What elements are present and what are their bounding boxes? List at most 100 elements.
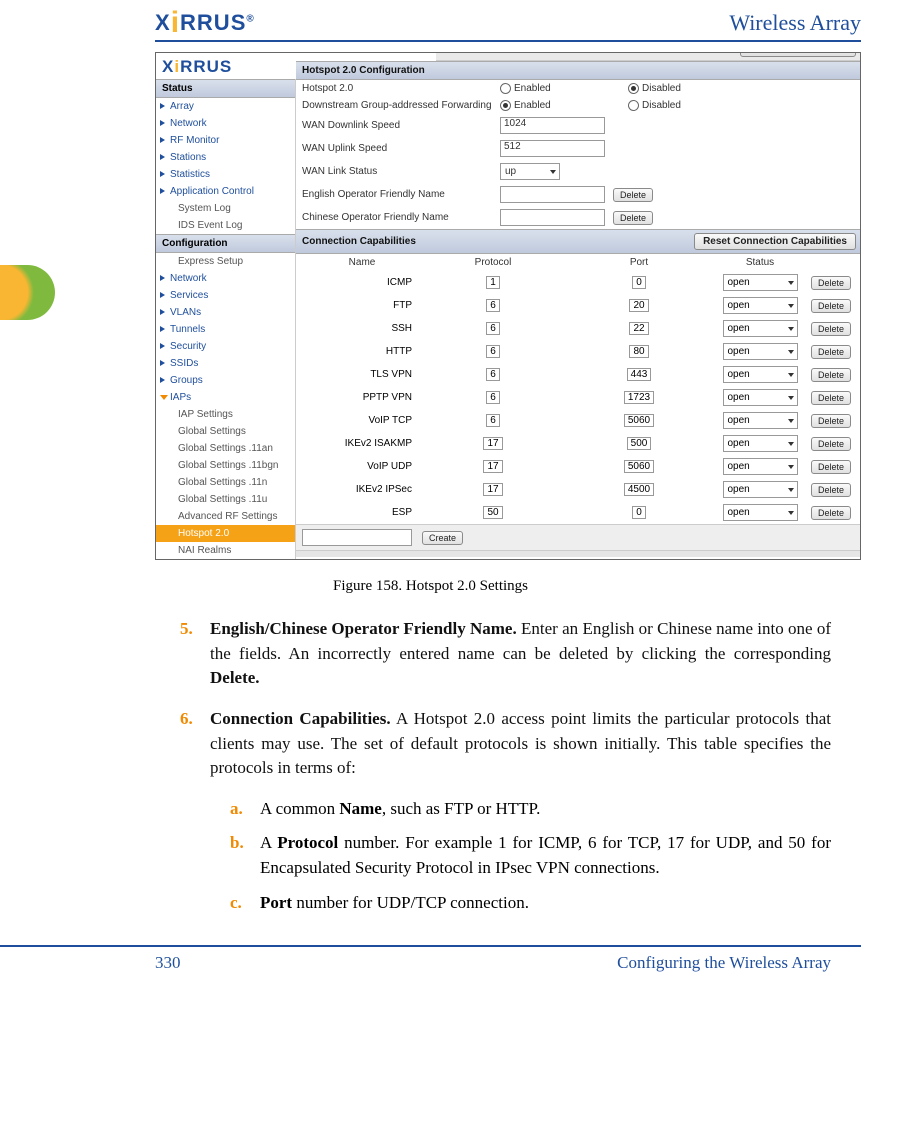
radio-hotspot-disabled[interactable]: Disabled xyxy=(628,83,718,94)
delete-row-button[interactable]: Delete xyxy=(811,391,851,405)
radio-hotspot-enabled[interactable]: Enabled xyxy=(500,83,590,94)
port-input[interactable]: 5060 xyxy=(624,414,654,427)
delete-chinese-button[interactable]: Delete xyxy=(613,211,653,225)
list-item-6: 6. Connection Capabilities. A Hotspot 2.… xyxy=(180,707,831,781)
status-select[interactable]: open xyxy=(723,481,798,498)
delete-row-button[interactable]: Delete xyxy=(811,483,851,497)
status-select[interactable]: open xyxy=(723,389,798,406)
sidebar-item-vlans[interactable]: VLANs xyxy=(156,304,295,321)
row-english-name: English Operator Friendly Name Delete xyxy=(296,183,861,206)
chevron-down-icon xyxy=(788,465,794,469)
radio-icon xyxy=(500,83,511,94)
port-input[interactable]: 500 xyxy=(627,437,652,450)
delete-row-button[interactable]: Delete xyxy=(811,368,851,382)
sidebar-item-rf-monitor[interactable]: RF Monitor xyxy=(156,132,295,149)
sidebar-item-tunnels[interactable]: Tunnels xyxy=(156,321,295,338)
protocol-input[interactable]: 6 xyxy=(486,414,500,427)
radio-dgaf-disabled[interactable]: Disabled xyxy=(628,100,718,111)
caret-right-icon xyxy=(160,377,165,383)
status-select[interactable]: open xyxy=(723,297,798,314)
caret-right-icon xyxy=(160,326,165,332)
sidebar-item-iap-settings[interactable]: IAP Settings xyxy=(156,406,295,423)
sidebar-item-groups[interactable]: Groups xyxy=(156,372,295,389)
english-name-input[interactable] xyxy=(500,186,605,203)
status-select[interactable]: open xyxy=(723,274,798,291)
cap-name: TLS VPN xyxy=(302,369,422,380)
sidebar-item-services[interactable]: Services xyxy=(156,287,295,304)
protocol-input[interactable]: 17 xyxy=(483,483,502,496)
create-button[interactable]: Create xyxy=(422,531,463,545)
sidebar-item-global-11bgn[interactable]: Global Settings .11bgn xyxy=(156,457,295,474)
status-select[interactable]: open xyxy=(723,366,798,383)
status-select[interactable]: open xyxy=(723,504,798,521)
delete-row-button[interactable]: Delete xyxy=(811,299,851,313)
delete-row-button[interactable]: Delete xyxy=(811,437,851,451)
sidebar-item-network-status[interactable]: Network xyxy=(156,115,295,132)
status-select[interactable]: open xyxy=(723,343,798,360)
sidebar-item-global-11an[interactable]: Global Settings .11an xyxy=(156,440,295,457)
delete-row-button[interactable]: Delete xyxy=(811,345,851,359)
radio-dgaf-enabled[interactable]: Enabled xyxy=(500,100,590,111)
wan-uplink-input[interactable]: 512 xyxy=(500,140,605,157)
status-select[interactable]: open xyxy=(723,320,798,337)
delete-english-button[interactable]: Delete xyxy=(613,188,653,202)
sidebar-item-express-setup[interactable]: Express Setup xyxy=(156,253,295,270)
row-dgaf: Downstream Group-addressed Forwarding En… xyxy=(296,97,861,114)
sidebar-item-stations[interactable]: Stations xyxy=(156,149,295,166)
protocol-input[interactable]: 6 xyxy=(486,299,500,312)
protocol-input[interactable]: 6 xyxy=(486,368,500,381)
protocol-input[interactable]: 17 xyxy=(483,437,502,450)
protocol-input[interactable]: 6 xyxy=(486,322,500,335)
port-input[interactable]: 1723 xyxy=(624,391,654,404)
status-select[interactable]: open xyxy=(723,435,798,452)
port-input[interactable]: 80 xyxy=(629,345,648,358)
protocol-input[interactable]: 1 xyxy=(486,276,500,289)
port-input[interactable]: 20 xyxy=(629,299,648,312)
figure-caption: Figure 158. Hotspot 2.0 Settings xyxy=(0,578,861,595)
new-name-input[interactable] xyxy=(302,529,412,546)
chevron-down-icon xyxy=(788,327,794,331)
delete-row-button[interactable]: Delete xyxy=(811,322,851,336)
port-input[interactable]: 443 xyxy=(627,368,652,381)
delete-row-button[interactable]: Delete xyxy=(811,460,851,474)
sidebar-item-global-11n[interactable]: Global Settings .11n xyxy=(156,474,295,491)
delete-row-button[interactable]: Delete xyxy=(811,506,851,520)
sub-item-b: b. A Protocol number. For example 1 for … xyxy=(230,831,831,880)
table-row: TLS VPN 6 443 open Delete xyxy=(296,363,861,386)
protocol-input[interactable]: 6 xyxy=(486,345,500,358)
port-input[interactable]: 0 xyxy=(632,276,646,289)
sidebar-item-hotspot20[interactable]: Hotspot 2.0 xyxy=(156,525,295,542)
sidebar-item-global-settings[interactable]: Global Settings xyxy=(156,423,295,440)
protocol-input[interactable]: 17 xyxy=(483,460,502,473)
delete-row-button[interactable]: Delete xyxy=(811,276,851,290)
sidebar-item-network-config[interactable]: Network xyxy=(156,270,295,287)
sidebar-item-statistics[interactable]: Statistics xyxy=(156,166,295,183)
port-input[interactable]: 0 xyxy=(632,506,646,519)
sidebar-item-security[interactable]: Security xyxy=(156,338,295,355)
port-input[interactable]: 5060 xyxy=(624,460,654,473)
sidebar-item-ids-event-log[interactable]: IDS Event Log xyxy=(156,217,295,234)
sidebar-item-iaps[interactable]: IAPs xyxy=(156,389,295,406)
protocol-input[interactable]: 50 xyxy=(483,506,502,519)
status-select[interactable]: open xyxy=(723,458,798,475)
sidebar-item-application-control[interactable]: Application Control xyxy=(156,183,295,200)
reset-capabilities-button[interactable]: Reset Connection Capabilities xyxy=(694,233,856,250)
chevron-down-icon xyxy=(788,396,794,400)
chinese-name-input[interactable] xyxy=(500,209,605,226)
sidebar-item-advanced-rf[interactable]: Advanced RF Settings xyxy=(156,508,295,525)
port-input[interactable]: 4500 xyxy=(624,483,654,496)
sidebar-item-global-11u[interactable]: Global Settings .11u xyxy=(156,491,295,508)
sidebar-item-system-log[interactable]: System Log xyxy=(156,200,295,217)
table-row: ESP500openDelete xyxy=(296,501,861,524)
port-input[interactable]: 22 xyxy=(629,322,648,335)
wan-downlink-input[interactable]: 1024 xyxy=(500,117,605,134)
cap-name: PPTP VPN xyxy=(302,392,422,403)
status-select[interactable]: open xyxy=(723,412,798,429)
delete-row-button[interactable]: Delete xyxy=(811,414,851,428)
sidebar-item-ssids[interactable]: SSIDs xyxy=(156,355,295,372)
wan-link-select[interactable]: up xyxy=(500,163,560,180)
sidebar-item-nai-realms[interactable]: NAI Realms xyxy=(156,542,295,559)
save-button[interactable]: Save changes to flash xyxy=(740,52,856,57)
sidebar-item-array[interactable]: Array xyxy=(156,98,295,115)
protocol-input[interactable]: 6 xyxy=(486,391,500,404)
